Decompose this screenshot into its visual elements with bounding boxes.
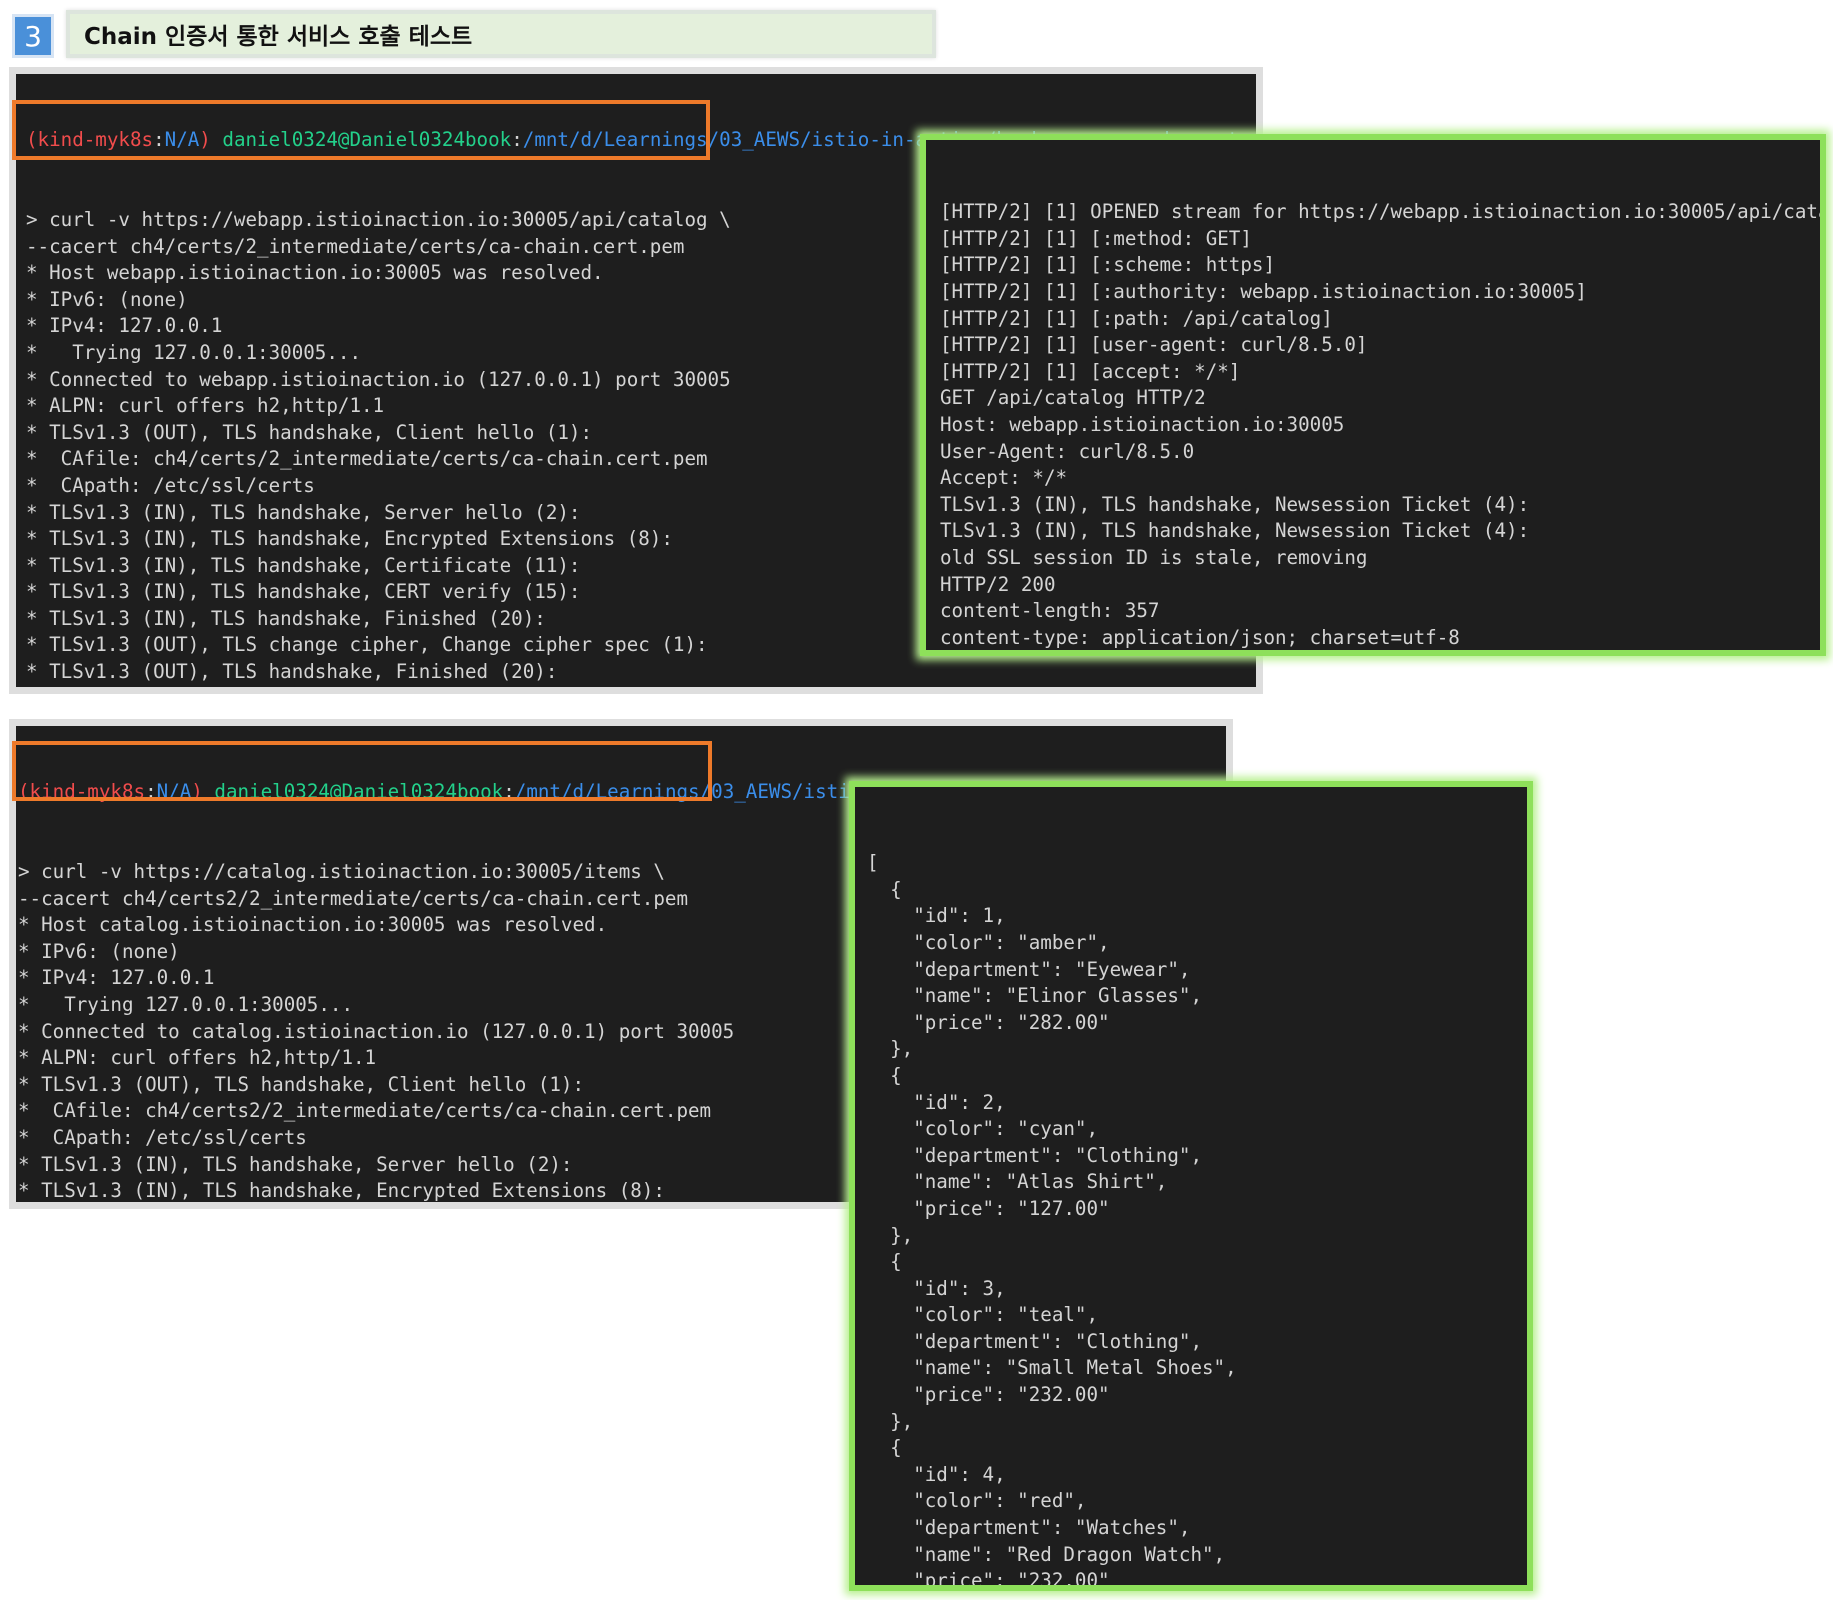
prompt-namespace: N/A (164, 128, 200, 152)
output-line: TLSv1.3 (IN), TLS handshake, Newsession … (940, 492, 1530, 516)
prompt-user-host: daniel0324@Daniel0324book (214, 780, 504, 804)
output-line: "price": "127.00" (867, 1196, 1110, 1220)
output-line: [HTTP/2] [1] [user-agent: curl/8.5.0] (940, 333, 1368, 357)
prompt-sep: : (503, 780, 515, 804)
prompt-user-host: daniel0324@Daniel0324book (222, 128, 512, 152)
section-title-text: Chain 인증서 통한 서비스 호출 테스트 (84, 24, 473, 50)
output-line: [HTTP/2] [1] OPENED stream for https://w… (940, 200, 1826, 224)
output-line: "department": "Eyewear", (867, 957, 1191, 981)
prompt-sep: : (145, 780, 157, 804)
output-line: "department": "Clothing", (867, 1143, 1203, 1167)
section-title: Chain 인증서 통한 서비스 호출 테스트 (66, 10, 936, 58)
output-line: "name": "Elinor Glasses", (867, 984, 1203, 1008)
output-line: }, (867, 1409, 914, 1433)
prompt-sep: : (153, 128, 165, 152)
output-line: date: Thu, 17 Apr 2025 12:48:06 GMT (940, 651, 1820, 656)
prompt-sep: ) (199, 128, 223, 152)
output-line: content-length: 357 (940, 599, 1160, 623)
output-line: [HTTP/2] [1] [accept: */*] (940, 359, 1241, 383)
output-line: Accept: */* (940, 466, 1068, 490)
output-line: }, (867, 1037, 914, 1061)
output-line: "name": "Atlas Shirt", (867, 1170, 1168, 1194)
output-line: Host: webapp.istioinaction.io:30005 (940, 412, 1345, 436)
output-line: * TLSv1.3 (OUT), TLS handshake, Finished… (26, 660, 558, 684)
output-line: "id": 1, (867, 904, 1006, 928)
output-line: "color": "teal", (867, 1303, 1099, 1327)
panel-lines: [ { "id": 1, "color": "amber", "departme… (867, 850, 1527, 1591)
output-line: [HTTP/2] [1] [:path: /api/catalog] (940, 306, 1333, 330)
output-line: old SSL session ID is stale, removing (940, 545, 1368, 569)
prompt-namespace: N/A (156, 780, 192, 804)
http-response-panel: [HTTP/2] [1] OPENED stream for https://w… (920, 134, 1826, 656)
output-line: }, (867, 1223, 914, 1247)
output-line: content-type: application/json; charset=… (940, 625, 1460, 649)
step-number-badge: 3 (12, 14, 54, 58)
output-line: "price": "282.00" (867, 1010, 1110, 1034)
output-line: [HTTP/2] [1] [:method: GET] (940, 226, 1252, 250)
output-line: "price": "232.00" (867, 1383, 1110, 1407)
output-line: "color": "red", (867, 1489, 1087, 1513)
output-line: [HTTP/2] [1] [:scheme: https] (940, 253, 1276, 277)
output-line: "color": "cyan", (867, 1117, 1099, 1141)
output-line: { (867, 1063, 902, 1087)
output-line: HTTP/2 200 (940, 572, 1056, 596)
output-line: User-Agent: curl/8.5.0 (940, 439, 1195, 463)
output-line: TLSv1.3 (IN), TLS handshake, Newsession … (940, 519, 1530, 543)
output-line: "name": "Small Metal Shoes", (867, 1356, 1237, 1380)
output-line: { (867, 1436, 902, 1460)
prompt-sep: ) (191, 780, 215, 804)
output-line: "department": "Watches", (867, 1516, 1191, 1540)
output-line: "id": 2, (867, 1090, 1006, 1114)
output-line: "id": 3, (867, 1276, 1006, 1300)
output-line: "id": 4, (867, 1462, 1006, 1486)
output-line: { (867, 877, 902, 901)
output-line: GET /api/catalog HTTP/2 (940, 386, 1206, 410)
output-line: [ (867, 851, 879, 875)
output-line: "price": "232.00" (867, 1569, 1110, 1591)
output-line: "name": "Red Dragon Watch", (867, 1542, 1226, 1566)
prompt-context: (kind-myk8s (26, 128, 154, 152)
prompt-context: (kind-myk8s (18, 780, 146, 804)
output-line: "department": "Clothing", (867, 1329, 1203, 1353)
prompt-sep: : (511, 128, 523, 152)
output-line: * SSL connection using TLSv1.3 / TLS_AES… (26, 686, 1256, 688)
output-line: [HTTP/2] [1] [:authority: webapp.istioin… (940, 279, 1587, 303)
json-response-panel: [ { "id": 1, "color": "amber", "departme… (849, 781, 1533, 1591)
output-line: { (867, 1250, 902, 1274)
output-line: "color": "amber", (867, 930, 1110, 954)
panel-lines: [HTTP/2] [1] OPENED stream for https://w… (940, 199, 1826, 656)
